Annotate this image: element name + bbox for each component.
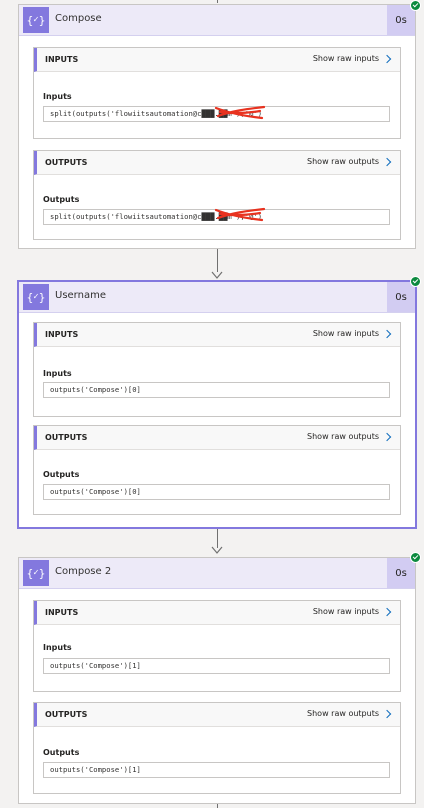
- card-header[interactable]: {✓} Compose 0s: [19, 5, 415, 36]
- compose-braces-icon: {✓}: [23, 7, 49, 33]
- chevron-right-icon: [382, 157, 392, 166]
- connector-line-top: [217, 0, 218, 3]
- card-title: Compose: [55, 13, 102, 24]
- outputs-section: OUTPUTS Show raw outputs Outputs split(o…: [33, 150, 401, 240]
- compose-braces-icon: {✓}: [23, 284, 49, 310]
- outputs-section: OUTPUTS Show raw outputs Outputs outputs…: [33, 425, 401, 515]
- field-label: Inputs: [43, 643, 72, 652]
- link-label: Show raw inputs: [312, 329, 379, 338]
- inputs-section: INPUTS Show raw inputs Inputs split(outp…: [33, 47, 401, 139]
- success-check-icon: [410, 552, 421, 563]
- inputs-value-field[interactable]: outputs('Compose')[0]: [43, 382, 390, 398]
- section-header: INPUTS Show raw inputs: [34, 48, 400, 72]
- show-raw-outputs-link[interactable]: Show raw outputs: [307, 157, 392, 166]
- action-card-username[interactable]: {✓} Username 0s INPUTS Show raw inputs I…: [18, 281, 416, 528]
- section-header: OUTPUTS Show raw outputs: [34, 151, 400, 175]
- section-title: INPUTS: [45, 608, 79, 617]
- section-title: INPUTS: [45, 55, 79, 64]
- section-header: INPUTS Show raw inputs: [34, 323, 400, 347]
- connector-line-bottom: [217, 804, 218, 808]
- section-title: OUTPUTS: [45, 158, 88, 167]
- arrow-down-icon: [211, 271, 223, 279]
- field-label: Outputs: [43, 748, 80, 757]
- section-header: INPUTS Show raw inputs: [34, 601, 400, 625]
- card-title: Username: [55, 290, 106, 301]
- action-card-compose-2[interactable]: {✓} Compose 2 0s INPUTS Show raw inputs …: [18, 557, 416, 804]
- field-label: Outputs: [43, 470, 80, 479]
- field-label: Inputs: [43, 92, 72, 101]
- outputs-section: OUTPUTS Show raw outputs Outputs outputs…: [33, 702, 401, 794]
- section-header: OUTPUTS Show raw outputs: [34, 703, 400, 727]
- field-label: Outputs: [43, 195, 80, 204]
- show-raw-inputs-link[interactable]: Show raw inputs: [312, 329, 392, 338]
- show-raw-outputs-link[interactable]: Show raw outputs: [307, 709, 392, 718]
- show-raw-inputs-link[interactable]: Show raw inputs: [312, 607, 392, 616]
- action-card-compose[interactable]: {✓} Compose 0s INPUTS Show raw inputs In…: [18, 4, 416, 249]
- section-title: OUTPUTS: [45, 710, 88, 719]
- success-check-icon: [410, 276, 421, 287]
- arrow-down-icon: [211, 546, 223, 554]
- section-header: OUTPUTS Show raw outputs: [34, 426, 400, 450]
- inputs-value-field[interactable]: outputs('Compose')[1]: [43, 658, 390, 674]
- link-label: Show raw outputs: [307, 432, 379, 441]
- chevron-right-icon: [382, 709, 392, 718]
- inputs-value-field[interactable]: split(outputs('flowiitsautomation@c███.█…: [43, 106, 390, 122]
- chevron-right-icon: [382, 432, 392, 441]
- link-label: Show raw outputs: [307, 157, 379, 166]
- chevron-right-icon: [382, 329, 392, 338]
- outputs-value-field[interactable]: outputs('Compose')[1]: [43, 762, 390, 778]
- show-raw-outputs-link[interactable]: Show raw outputs: [307, 432, 392, 441]
- connector-line: [217, 248, 218, 272]
- chevron-right-icon: [382, 607, 392, 616]
- show-raw-inputs-link[interactable]: Show raw inputs: [312, 54, 392, 63]
- card-header[interactable]: {✓} Compose 2 0s: [19, 558, 415, 589]
- section-title: INPUTS: [45, 330, 79, 339]
- duration-badge: 0s: [387, 282, 415, 312]
- field-label: Inputs: [43, 369, 72, 378]
- section-title: OUTPUTS: [45, 433, 88, 442]
- link-label: Show raw inputs: [312, 54, 379, 63]
- inputs-section: INPUTS Show raw inputs Inputs outputs('C…: [33, 600, 401, 692]
- link-label: Show raw outputs: [307, 709, 379, 718]
- duration-badge: 0s: [387, 558, 415, 588]
- link-label: Show raw inputs: [312, 607, 379, 616]
- compose-braces-icon: {✓}: [23, 560, 49, 586]
- success-check-icon: [410, 0, 421, 11]
- outputs-value-field[interactable]: split(outputs('flowiitsautomation@c███.█…: [43, 209, 390, 225]
- outputs-value-field[interactable]: outputs('Compose')[0]: [43, 484, 390, 500]
- card-title: Compose 2: [55, 566, 112, 577]
- connector-line: [217, 528, 218, 548]
- card-header[interactable]: {✓} Username 0s: [19, 282, 415, 313]
- inputs-section: INPUTS Show raw inputs Inputs outputs('C…: [33, 322, 401, 417]
- chevron-right-icon: [382, 54, 392, 63]
